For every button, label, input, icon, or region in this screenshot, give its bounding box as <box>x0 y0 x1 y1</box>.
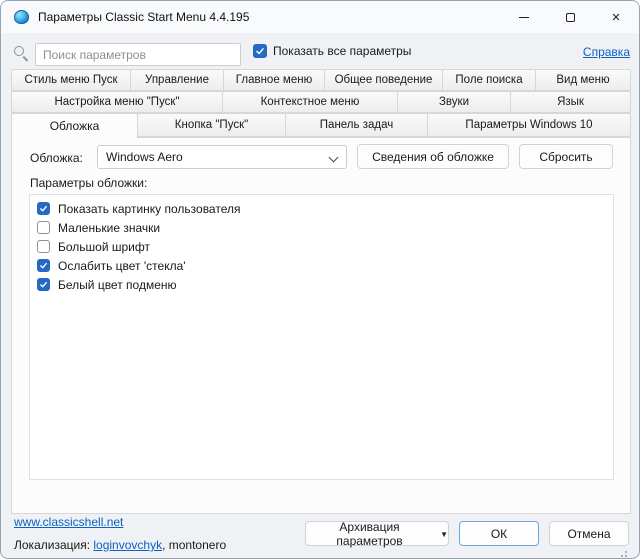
skin-select[interactable]: Windows Aero <box>97 145 347 169</box>
option-checkbox[interactable] <box>37 259 50 272</box>
tab-menu-look[interactable]: Вид меню <box>535 69 631 91</box>
tab-skin[interactable]: Обложка <box>11 113 138 138</box>
option-label: Маленькие значки <box>58 221 160 235</box>
help-link[interactable]: Справка <box>583 45 630 59</box>
window-title: Параметры Classic Start Menu 4.4.195 <box>38 10 249 24</box>
list-item[interactable]: Ослабить цвет 'стекла' <box>30 256 613 275</box>
ok-button[interactable]: ОК <box>459 521 539 546</box>
minimize-icon <box>519 17 529 18</box>
localization-rest: , montonero <box>162 538 226 552</box>
tab-general-behavior[interactable]: Общее поведение <box>324 69 443 91</box>
classicshell-site-link[interactable]: www.classicshell.net <box>14 515 123 529</box>
tab-start-button[interactable]: Кнопка "Пуск" <box>137 113 286 137</box>
localization-author-link[interactable]: loginvovchyk <box>93 538 162 552</box>
option-label: Ослабить цвет 'стекла' <box>58 259 186 273</box>
cancel-button[interactable]: Отмена <box>549 521 629 546</box>
tab-row-3: Обложка Кнопка "Пуск" Панель задач Парам… <box>11 113 631 137</box>
tab-customize-start-menu[interactable]: Настройка меню "Пуск" <box>11 91 223 113</box>
list-item[interactable]: Маленькие значки <box>30 218 613 237</box>
option-label: Большой шрифт <box>58 240 150 254</box>
list-item[interactable]: Показать картинку пользователя <box>30 199 613 218</box>
show-all-checkbox[interactable] <box>253 44 267 58</box>
search-input[interactable] <box>35 43 241 66</box>
option-checkbox[interactable] <box>37 278 50 291</box>
maximize-button[interactable] <box>547 1 593 33</box>
localization-label: Локализация: <box>14 538 90 552</box>
option-checkbox[interactable] <box>37 240 50 253</box>
show-all-label: Показать все параметры <box>273 44 411 58</box>
close-button[interactable]: × <box>593 1 639 33</box>
maximize-icon <box>566 13 575 22</box>
classic-shell-icon <box>14 10 29 24</box>
option-label: Показать картинку пользователя <box>58 202 240 216</box>
skin-options-list: Показать картинку пользователя Маленькие… <box>29 194 614 480</box>
show-all-parameters-toggle[interactable]: Показать все параметры <box>253 44 411 58</box>
tab-search-box[interactable]: Поле поиска <box>442 69 536 91</box>
skin-options-label: Параметры обложки: <box>30 176 147 190</box>
tab-main-menu[interactable]: Главное меню <box>223 69 325 91</box>
tab-start-menu-style[interactable]: Стиль меню Пуск <box>11 69 131 91</box>
tab-taskbar[interactable]: Панель задач <box>285 113 428 137</box>
close-icon: × <box>612 10 621 25</box>
about-skin-button[interactable]: Сведения об обложке <box>357 144 509 169</box>
list-item[interactable]: Белый цвет подменю <box>30 275 613 294</box>
dropdown-arrow-icon: ▼ <box>440 530 448 539</box>
titlebar: Параметры Classic Start Menu 4.4.195 × <box>1 1 639 33</box>
tab-row-2: Настройка меню "Пуск" Контекстное меню З… <box>11 91 631 113</box>
option-checkbox[interactable] <box>37 202 50 215</box>
minimize-button[interactable] <box>501 1 547 33</box>
option-checkbox[interactable] <box>37 221 50 234</box>
localization-line: Локализация: loginvovchyk, montonero <box>14 538 226 552</box>
tab-windows10-settings[interactable]: Параметры Windows 10 <box>427 113 631 137</box>
toolbar: Показать все параметры Справка <box>1 33 639 69</box>
window-controls: × <box>501 1 639 33</box>
skin-label: Обложка: <box>30 151 83 165</box>
settings-window: Параметры Classic Start Menu 4.4.195 × П… <box>0 0 640 559</box>
reset-button[interactable]: Сбросить <box>519 144 613 169</box>
tab-context-menu[interactable]: Контекстное меню <box>222 91 398 113</box>
backup-settings-button[interactable]: Архивация параметров ▼ <box>305 521 449 546</box>
resize-grip[interactable] <box>625 551 627 553</box>
tab-controls[interactable]: Управление <box>130 69 224 91</box>
tab-language[interactable]: Язык <box>510 91 631 113</box>
chevron-down-icon <box>329 153 339 163</box>
search-icon <box>14 46 24 56</box>
skin-tab-page: Обложка: Windows Aero Сведения об обложк… <box>11 137 631 514</box>
tab-row-1: Стиль меню Пуск Управление Главное меню … <box>11 69 631 91</box>
option-label: Белый цвет подменю <box>58 278 177 292</box>
skin-selected-value: Windows Aero <box>106 150 183 164</box>
list-item[interactable]: Большой шрифт <box>30 237 613 256</box>
tab-sounds[interactable]: Звуки <box>397 91 511 113</box>
